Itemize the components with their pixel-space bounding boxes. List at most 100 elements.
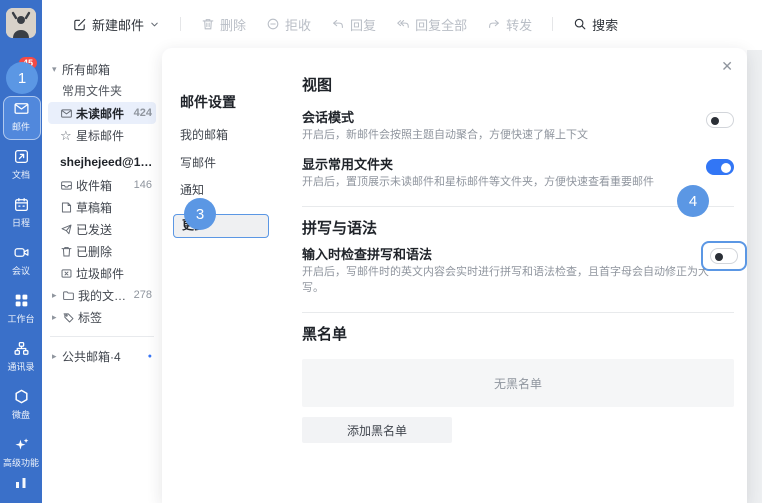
conversation-desc: 开启后，新邮件会按照主题自动聚合，方便快速了解上下文 [302, 127, 694, 143]
sidebar-item-inbox[interactable]: 收件箱 146 [48, 174, 156, 196]
spellcheck-toggle[interactable] [710, 248, 738, 264]
spellcheck-desc: 开启后，写邮件时的英文内容会实时进行拼写和语法检查，且首字母会自动修正为大写。 [302, 264, 722, 296]
reply-all-icon [396, 17, 410, 31]
sidebar-item-public-mailbox[interactable]: ▸ 公共邮箱·4 ● [48, 345, 156, 367]
folder-icon [62, 289, 78, 302]
workbench-grid-icon [13, 292, 30, 309]
rail-item-calendar[interactable]: 日程 [0, 188, 42, 236]
mail-toolbar: 新建邮件 删除 拒收 回复 回复全部 转发 搜索 [42, 0, 762, 48]
unread-mail-icon [60, 107, 76, 120]
account-email[interactable]: shejhejeed@123.zr... [48, 150, 156, 174]
sidebar-item-drafts[interactable]: 草稿箱 [48, 196, 156, 218]
caret-right-icon[interactable]: ▸ [52, 290, 62, 301]
sidebar-item-all-mailboxes[interactable]: ▾ 所有邮箱 [48, 58, 156, 80]
caret-right-icon[interactable]: ▸ [52, 351, 62, 362]
add-blacklist-button[interactable]: 添加黑名单 [302, 417, 452, 443]
tags-label: 标签 [78, 309, 152, 326]
rail-analytics-button[interactable] [0, 475, 42, 491]
search-label: 搜索 [592, 15, 618, 34]
rail-item-label: 邮件 [12, 120, 30, 133]
starred-label: 星标邮件 [76, 127, 152, 144]
settings-menu: 邮件设置 我的邮箱 写邮件 通知 更多 [162, 48, 292, 503]
sidebar-item-my-folders[interactable]: ▸ 我的文件夹 278 [48, 284, 156, 306]
section-divider [302, 312, 734, 313]
sidebar-divider [50, 336, 154, 337]
conversation-toggle[interactable] [706, 112, 734, 128]
rail-item-mail[interactable]: 邮件 [0, 92, 42, 140]
rail-item-label: 微盘 [12, 408, 30, 421]
docs-icon [13, 148, 30, 165]
rail-item-label: 工作台 [7, 312, 34, 325]
inbox-label: 收件箱 [76, 177, 130, 194]
video-meeting-icon [13, 244, 30, 261]
notification-dot: ● [148, 353, 152, 360]
section-divider [302, 206, 734, 207]
blacklist-empty-state: 无黑名单 [302, 359, 734, 407]
caret-down-icon[interactable]: ▾ [52, 64, 62, 75]
common-folders-toggle[interactable] [706, 159, 734, 175]
common-folders-desc: 开启后，置顶展示未读邮件和星标邮件等文件夹，方便快速查看重要邮件 [302, 174, 694, 190]
search-icon [573, 17, 587, 31]
delete-button[interactable]: 删除 [201, 15, 246, 34]
rail-item-contacts[interactable]: 通讯录 [0, 332, 42, 380]
contacts-org-icon [13, 340, 30, 357]
settings-menu-notifications[interactable]: 通知 [180, 181, 204, 198]
settings-content: 视图 会话模式 开启后，新邮件会按照主题自动聚合，方便快速了解上下文 显示常用文… [302, 48, 734, 503]
rail-item-label: 文档 [12, 168, 30, 181]
tutorial-step-4-badge: 4 [677, 185, 709, 217]
caret-right-icon[interactable]: ▸ [52, 312, 62, 323]
search-button[interactable]: 搜索 [573, 15, 618, 34]
star-icon: ☆ [60, 129, 76, 142]
spellcheck-title: 输入时检查拼写和语法 [302, 247, 722, 263]
reply-all-button[interactable]: 回复全部 [396, 15, 467, 34]
settings-menu-compose[interactable]: 写邮件 [180, 154, 216, 171]
inbox-count: 146 [134, 179, 152, 191]
my-folders-label: 我的文件夹 [78, 287, 130, 304]
all-mailboxes-label: 所有邮箱 [62, 61, 152, 78]
sidebar-item-starred[interactable]: ☆ 星标邮件 [48, 124, 156, 146]
dimmed-content-backdrop [747, 50, 762, 503]
calendar-icon [13, 196, 30, 213]
rail-item-label: 日程 [12, 216, 30, 229]
conversation-title: 会话模式 [302, 110, 694, 126]
inbox-icon [60, 179, 76, 192]
app-window: 45 邮件 文档 日程 [0, 0, 762, 503]
rail-item-docs[interactable]: 文档 [0, 140, 42, 188]
draft-icon [60, 201, 76, 214]
settings-menu-my-mailbox[interactable]: 我的邮箱 [180, 126, 228, 143]
sidebar-item-sent[interactable]: 已发送 [48, 218, 156, 240]
forward-label: 转发 [506, 15, 532, 34]
spam-icon [60, 267, 76, 280]
avatar-person-icon [6, 8, 36, 38]
compose-button[interactable]: 新建邮件 [72, 15, 160, 34]
forward-button[interactable]: 转发 [487, 15, 532, 34]
sparkle-icon [13, 436, 30, 453]
sidebar-item-spam[interactable]: 垃圾邮件 [48, 262, 156, 284]
tag-icon [62, 311, 78, 324]
rail-item-workbench[interactable]: 工作台 [0, 284, 42, 332]
rail-item-drive[interactable]: 微盘 [0, 380, 42, 428]
sidebar-item-deleted[interactable]: 已删除 [48, 240, 156, 262]
rail-item-label: 高级功能 [3, 456, 39, 469]
rail-item-meeting[interactable]: 会议 [0, 236, 42, 284]
compose-label: 新建邮件 [92, 15, 144, 34]
rail-item-advanced[interactable]: 高级功能 [0, 428, 42, 476]
section-blacklist-header: 黑名单 [302, 325, 734, 345]
rail-item-label: 会议 [12, 264, 30, 277]
trash-icon [60, 245, 76, 258]
my-folders-count: 278 [134, 289, 152, 301]
mail-icon [13, 100, 30, 117]
sidebar-item-unread[interactable]: 未读邮件 424 [48, 102, 156, 124]
reject-button[interactable]: 拒收 [266, 15, 311, 34]
tutorial-step-1-badge: 1 [6, 62, 38, 94]
sidebar-item-tags[interactable]: ▸ 标签 [48, 306, 156, 328]
setting-row-conversation: 会话模式 开启后，新邮件会按照主题自动聚合，方便快速了解上下文 [302, 110, 734, 143]
unread-label: 未读邮件 [76, 105, 130, 122]
toolbar-divider [180, 17, 181, 31]
reply-all-label: 回复全部 [415, 15, 467, 34]
reply-button[interactable]: 回复 [331, 15, 376, 34]
avatar[interactable] [6, 8, 36, 38]
tutorial-step-3-badge: 3 [184, 198, 216, 230]
forward-icon [487, 17, 501, 31]
mail-settings-modal: ✕ 邮件设置 我的邮箱 写邮件 通知 更多 视图 会话模式 开启后，新邮件会按照… [162, 48, 747, 503]
